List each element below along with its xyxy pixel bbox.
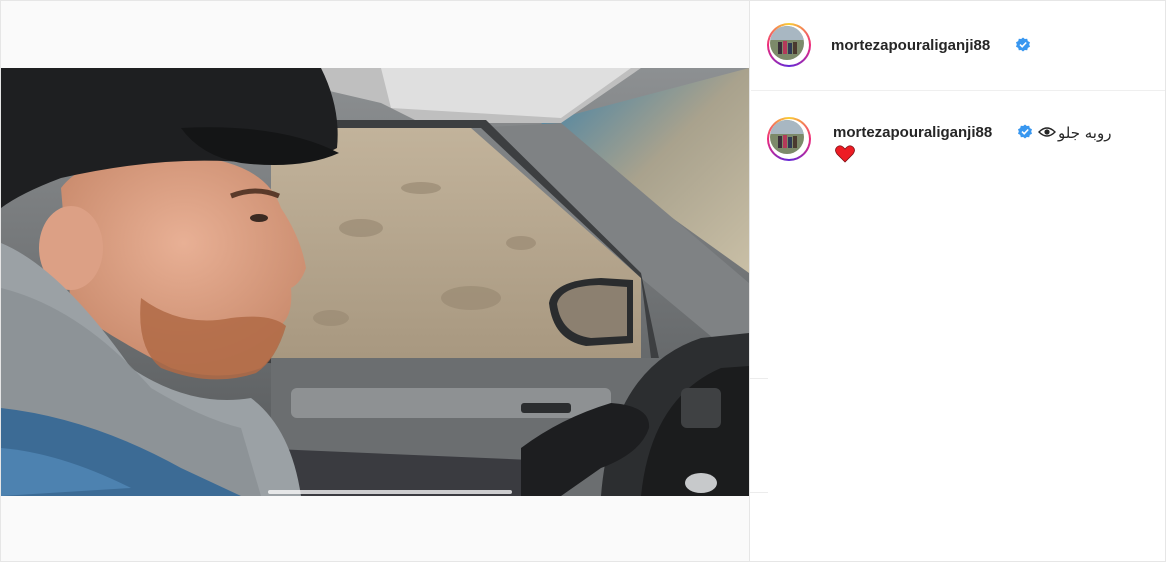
avatar-image [770,26,804,60]
post-photo[interactable] [1,68,749,496]
verified-badge-icon [1018,124,1032,139]
eye-icon [1038,127,1056,137]
verified-badge-icon [1016,37,1030,52]
carousel-scroll-indicator [268,490,512,494]
comment-text: روبه جلو [1058,124,1112,142]
header-avatar[interactable] [767,23,811,67]
header-username[interactable]: mortezapouraliganji88 [831,37,990,54]
comment-username[interactable]: mortezapouraliganji88 [833,124,992,141]
comment-avatar[interactable] [767,117,811,161]
post-sidebar [751,1,1165,561]
avatar-image [770,120,804,154]
red-heart-icon [835,145,855,163]
